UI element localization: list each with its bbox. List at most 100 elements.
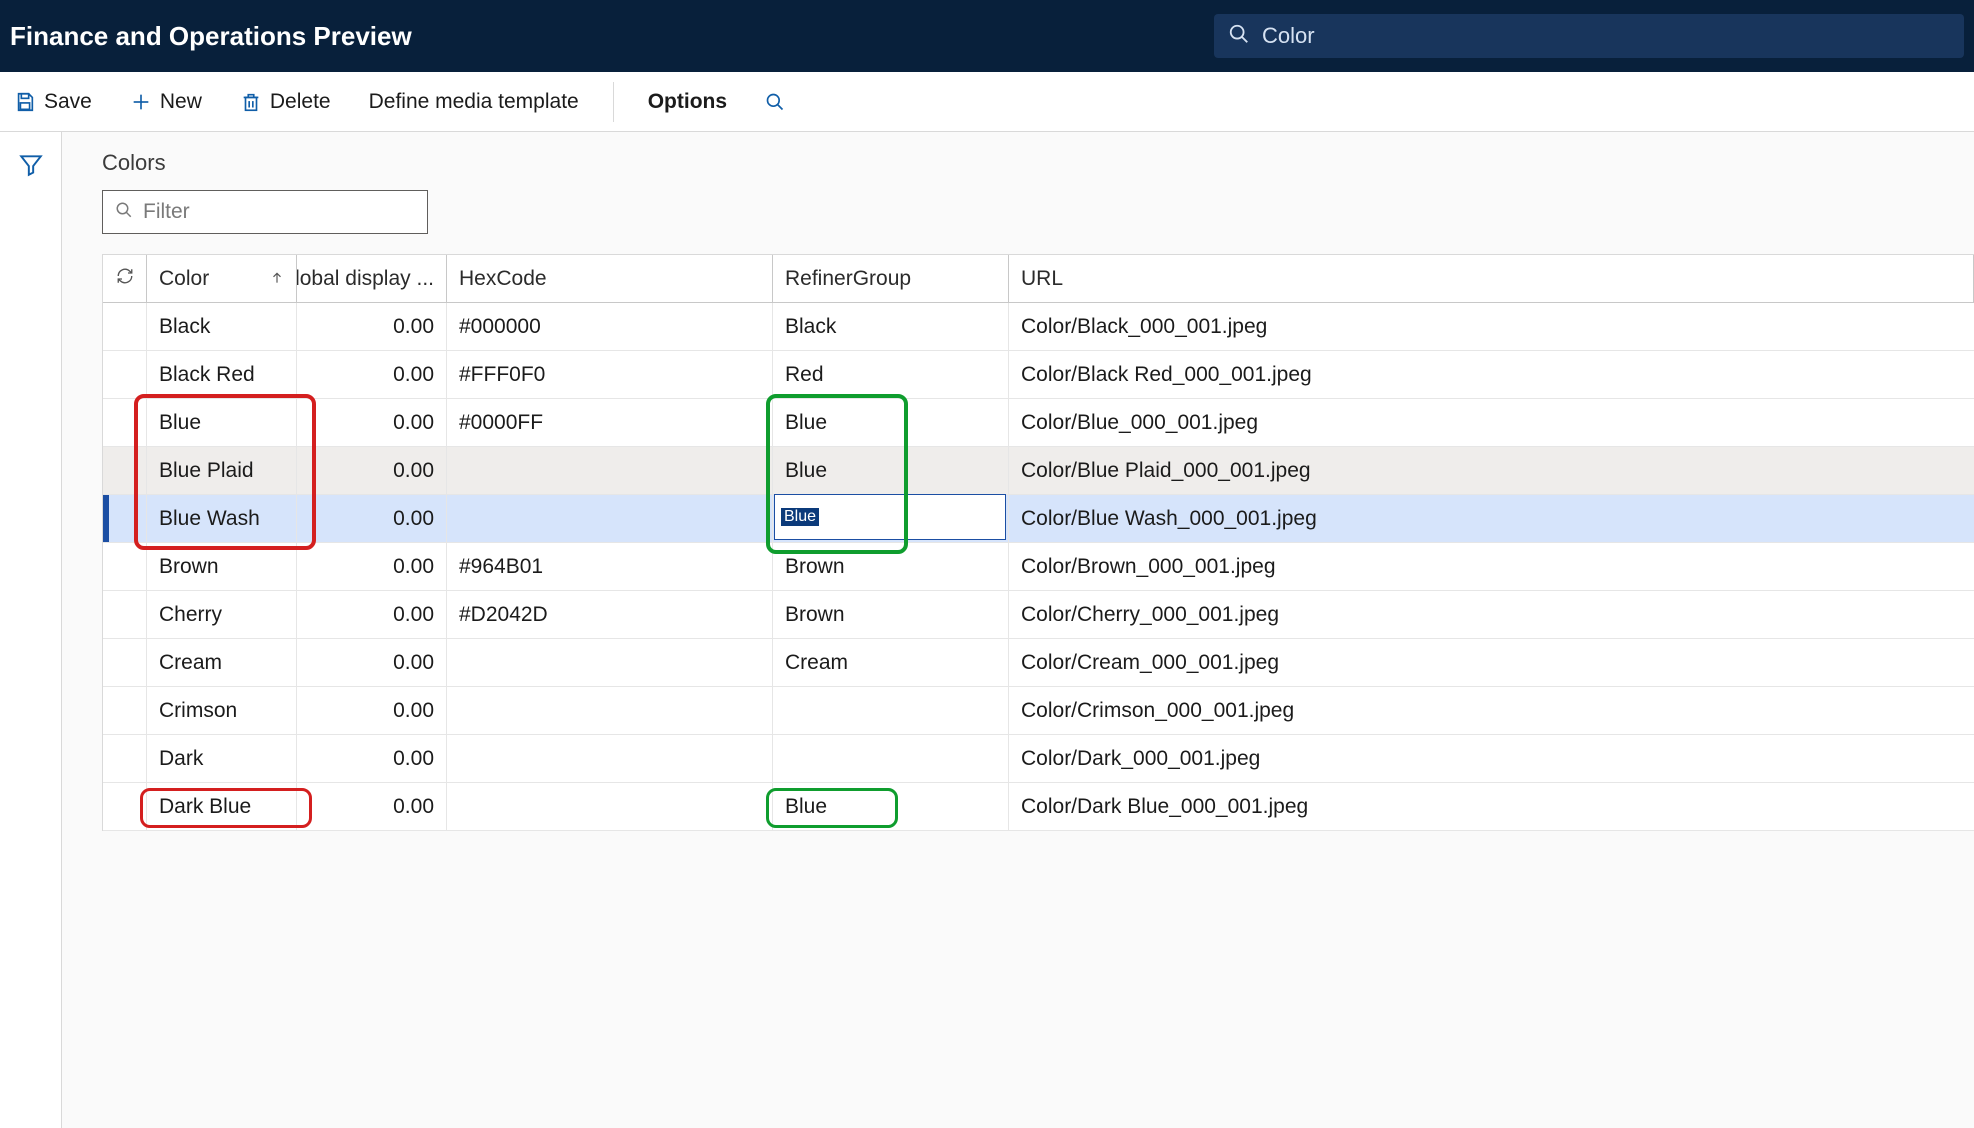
cell-url[interactable]: Color/Crimson_000_001.jpeg bbox=[1009, 687, 1974, 734]
cell-color[interactable]: Blue bbox=[147, 399, 297, 446]
cell-hex[interactable]: #000000 bbox=[447, 303, 773, 350]
row-selector[interactable] bbox=[103, 639, 147, 686]
row-selector[interactable] bbox=[103, 687, 147, 734]
column-header-hex-label: HexCode bbox=[459, 267, 547, 291]
cell-url[interactable]: Color/Blue Wash_000_001.jpeg bbox=[1009, 495, 1974, 542]
row-selector[interactable] bbox=[103, 735, 147, 782]
cell-global[interactable]: 0.00 bbox=[297, 591, 447, 638]
cell-hex[interactable] bbox=[447, 735, 773, 782]
brand-bar: Finance and Operations Preview bbox=[0, 0, 1974, 72]
filter-pane-toggle[interactable] bbox=[18, 152, 44, 1128]
new-button[interactable]: New bbox=[126, 84, 206, 120]
cell-color[interactable]: Cream bbox=[147, 639, 297, 686]
cell-url[interactable]: Color/Black_000_001.jpeg bbox=[1009, 303, 1974, 350]
global-search[interactable] bbox=[1214, 14, 1964, 58]
cell-global[interactable]: 0.00 bbox=[297, 495, 447, 542]
column-header-global-label: Global display ... bbox=[297, 267, 434, 291]
cell-global[interactable]: 0.00 bbox=[297, 783, 447, 830]
cell-hex[interactable] bbox=[447, 495, 773, 542]
delete-button[interactable]: Delete bbox=[236, 84, 335, 120]
cell-color[interactable]: Blue Plaid bbox=[147, 447, 297, 494]
row-selector[interactable] bbox=[103, 495, 147, 542]
cell-hex[interactable] bbox=[447, 783, 773, 830]
row-selector[interactable] bbox=[103, 303, 147, 350]
cell-global[interactable]: 0.00 bbox=[297, 543, 447, 590]
column-header-global[interactable]: Global display ... bbox=[297, 255, 447, 302]
cell-refiner[interactable] bbox=[773, 687, 1009, 734]
global-search-input[interactable] bbox=[1262, 23, 1950, 49]
cell-url[interactable]: Color/Dark Blue_000_001.jpeg bbox=[1009, 783, 1974, 830]
column-header-refiner[interactable]: RefinerGroup bbox=[773, 255, 1009, 302]
column-header-color[interactable]: Color bbox=[147, 255, 297, 302]
cell-hex[interactable]: #0000FF bbox=[447, 399, 773, 446]
cell-color[interactable]: Black Red bbox=[147, 351, 297, 398]
grid-header-row: Color Global display ... HexCode bbox=[103, 255, 1974, 303]
cell-color[interactable]: Dark bbox=[147, 735, 297, 782]
cell-global[interactable]: 0.00 bbox=[297, 303, 447, 350]
cell-color[interactable]: Black bbox=[147, 303, 297, 350]
row-selector[interactable] bbox=[103, 447, 147, 494]
grid-filter-input[interactable] bbox=[143, 200, 415, 224]
table-row[interactable]: Blue0.00#0000FFBlueColor/Blue_000_001.jp… bbox=[103, 399, 1974, 447]
cell-url[interactable]: Color/Black Red_000_001.jpeg bbox=[1009, 351, 1974, 398]
cell-hex[interactable] bbox=[447, 639, 773, 686]
cell-global[interactable]: 0.00 bbox=[297, 351, 447, 398]
column-header-url[interactable]: URL bbox=[1009, 255, 1974, 302]
cell-global[interactable]: 0.00 bbox=[297, 735, 447, 782]
refresh-column-header[interactable] bbox=[103, 255, 147, 302]
cell-global[interactable]: 0.00 bbox=[297, 687, 447, 734]
cell-refiner[interactable]: Blue bbox=[773, 783, 1009, 830]
cell-hex[interactable]: #D2042D bbox=[447, 591, 773, 638]
cell-color[interactable]: Dark Blue bbox=[147, 783, 297, 830]
table-row[interactable]: Dark0.00 Color/Dark_000_001.jpeg bbox=[103, 735, 1974, 783]
cell-refiner[interactable]: Red bbox=[773, 351, 1009, 398]
refiner-edit-input[interactable]: Blue bbox=[774, 494, 1006, 540]
cell-global[interactable]: 0.00 bbox=[297, 399, 447, 446]
row-selector[interactable] bbox=[103, 543, 147, 590]
table-row[interactable]: Cherry0.00#D2042DBrownColor/Cherry_000_0… bbox=[103, 591, 1974, 639]
table-row[interactable]: Blue Wash0.00 Color/Blue Wash_000_001.jpe… bbox=[103, 495, 1974, 543]
row-selector[interactable] bbox=[103, 783, 147, 830]
cell-global[interactable]: 0.00 bbox=[297, 639, 447, 686]
row-selector[interactable] bbox=[103, 351, 147, 398]
table-row[interactable]: Cream0.00CreamColor/Cream_000_001.jpeg bbox=[103, 639, 1974, 687]
cell-color[interactable]: Crimson bbox=[147, 687, 297, 734]
cell-color[interactable]: Blue Wash bbox=[147, 495, 297, 542]
row-selector[interactable] bbox=[103, 399, 147, 446]
table-row[interactable]: Blue Plaid0.00 BlueColor/Blue Plaid_000_0… bbox=[103, 447, 1974, 495]
cell-url[interactable]: Color/Cream_000_001.jpeg bbox=[1009, 639, 1974, 686]
cell-refiner[interactable]: Cream bbox=[773, 639, 1009, 686]
cell-url[interactable]: Color/Blue Plaid_000_001.jpeg bbox=[1009, 447, 1974, 494]
table-row[interactable]: Brown0.00#964B01BrownColor/Brown_000_001… bbox=[103, 543, 1974, 591]
table-row[interactable]: Black Red0.00#FFF0F0RedColor/Black Red_0… bbox=[103, 351, 1974, 399]
refiner-edit-value: Blue bbox=[781, 508, 819, 526]
cell-hex[interactable] bbox=[447, 687, 773, 734]
page-search-button[interactable] bbox=[761, 86, 789, 118]
cell-url[interactable]: Color/Cherry_000_001.jpeg bbox=[1009, 591, 1974, 638]
row-selector[interactable] bbox=[103, 591, 147, 638]
cell-hex[interactable] bbox=[447, 447, 773, 494]
column-header-url-label: URL bbox=[1021, 267, 1063, 291]
column-header-hex[interactable]: HexCode bbox=[447, 255, 773, 302]
define-media-button[interactable]: Define media template bbox=[365, 84, 583, 120]
cell-global[interactable]: 0.00 bbox=[297, 447, 447, 494]
cell-refiner[interactable]: Black bbox=[773, 303, 1009, 350]
cell-refiner[interactable] bbox=[773, 735, 1009, 782]
grid-filter[interactable] bbox=[102, 190, 428, 234]
cell-hex[interactable]: #FFF0F0 bbox=[447, 351, 773, 398]
save-button[interactable]: Save bbox=[10, 84, 96, 120]
table-row[interactable]: Dark Blue0.00 BlueColor/Dark Blue_000_001… bbox=[103, 783, 1974, 831]
cell-color[interactable]: Cherry bbox=[147, 591, 297, 638]
cell-refiner[interactable]: Blue bbox=[773, 447, 1009, 494]
cell-url[interactable]: Color/Blue_000_001.jpeg bbox=[1009, 399, 1974, 446]
cell-color[interactable]: Brown bbox=[147, 543, 297, 590]
table-row[interactable]: Crimson0.00 Color/Crimson_000_001.jpeg bbox=[103, 687, 1974, 735]
cell-hex[interactable]: #964B01 bbox=[447, 543, 773, 590]
cell-refiner[interactable]: Blue bbox=[773, 399, 1009, 446]
cell-refiner[interactable]: Brown bbox=[773, 591, 1009, 638]
cell-url[interactable]: Color/Dark_000_001.jpeg bbox=[1009, 735, 1974, 782]
cell-url[interactable]: Color/Brown_000_001.jpeg bbox=[1009, 543, 1974, 590]
options-button[interactable]: Options bbox=[644, 84, 731, 120]
table-row[interactable]: Black0.00#000000BlackColor/Black_000_001… bbox=[103, 303, 1974, 351]
cell-refiner[interactable]: Brown bbox=[773, 543, 1009, 590]
